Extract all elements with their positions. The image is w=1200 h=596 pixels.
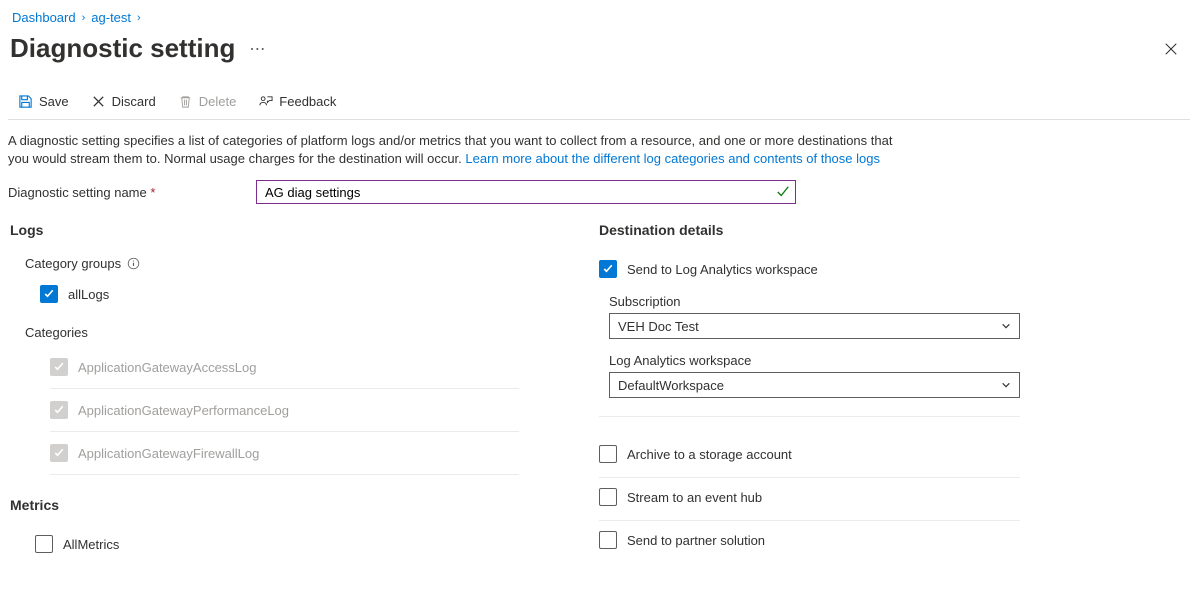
chevron-right-icon: › [82, 12, 86, 24]
workspace-value: DefaultWorkspace [618, 378, 724, 393]
event-hub-checkbox[interactable] [599, 488, 617, 506]
subscription-value: VEH Doc Test [618, 319, 699, 334]
all-metrics-label: AllMetrics [63, 537, 119, 552]
discard-icon [91, 94, 106, 109]
send-log-analytics-checkbox[interactable] [599, 260, 617, 278]
delete-icon [178, 94, 193, 109]
feedback-button[interactable]: Feedback [258, 94, 336, 109]
workspace-select[interactable]: DefaultWorkspace [609, 372, 1020, 398]
all-logs-checkbox[interactable] [40, 285, 58, 303]
chevron-down-icon [1001, 321, 1011, 331]
category-groups-label: Category groups [25, 256, 519, 271]
partner-solution-label: Send to partner solution [627, 533, 765, 548]
page-title: Diagnostic setting [8, 33, 235, 64]
chevron-right-icon: › [137, 12, 141, 24]
discard-button[interactable]: Discard [91, 94, 156, 109]
subscription-select[interactable]: VEH Doc Test [609, 313, 1020, 339]
category-checkbox [50, 444, 68, 462]
close-icon[interactable] [1164, 42, 1178, 56]
metrics-heading: Metrics [10, 497, 519, 513]
discard-label: Discard [112, 94, 156, 109]
send-log-analytics-label: Send to Log Analytics workspace [627, 262, 818, 277]
save-button[interactable]: Save [18, 94, 69, 109]
check-icon [53, 447, 65, 459]
categories-label: Categories [25, 325, 519, 340]
check-icon [602, 263, 614, 275]
partner-solution-checkbox[interactable] [599, 531, 617, 549]
check-icon [53, 404, 65, 416]
intro-text: A diagnostic setting specifies a list of… [8, 132, 908, 168]
name-field-label: Diagnostic setting name * [8, 185, 256, 200]
event-hub-label: Stream to an event hub [627, 490, 762, 505]
breadcrumb-resource[interactable]: ag-test [91, 10, 131, 25]
all-metrics-checkbox[interactable] [35, 535, 53, 553]
breadcrumb: Dashboard › ag-test › [8, 10, 1190, 25]
destination-heading: Destination details [599, 222, 1020, 238]
chevron-down-icon [1001, 380, 1011, 390]
breadcrumb-dashboard[interactable]: Dashboard [12, 10, 76, 25]
category-checkbox [50, 358, 68, 376]
subscription-label: Subscription [609, 294, 1020, 309]
delete-button: Delete [178, 94, 237, 109]
delete-label: Delete [199, 94, 237, 109]
category-label: ApplicationGatewayPerformanceLog [78, 403, 289, 418]
check-icon [43, 288, 55, 300]
diagnostic-setting-name-input[interactable] [256, 180, 796, 204]
toolbar: Save Discard Delete Feedback [8, 94, 1190, 120]
feedback-label: Feedback [279, 94, 336, 109]
learn-more-link[interactable]: Learn more about the different log categ… [465, 151, 880, 166]
category-label: ApplicationGatewayFirewallLog [78, 446, 259, 461]
checkmark-icon [776, 185, 790, 199]
info-icon[interactable] [127, 257, 140, 270]
workspace-label: Log Analytics workspace [609, 353, 1020, 368]
category-checkbox [50, 401, 68, 419]
required-asterisk: * [150, 185, 155, 200]
save-icon [18, 94, 33, 109]
category-label: ApplicationGatewayAccessLog [78, 360, 257, 375]
logs-heading: Logs [10, 222, 519, 238]
save-label: Save [39, 94, 69, 109]
more-icon[interactable]: ⋯ [249, 39, 265, 59]
feedback-icon [258, 94, 273, 109]
check-icon [53, 361, 65, 373]
archive-storage-label: Archive to a storage account [627, 447, 792, 462]
all-logs-label: allLogs [68, 287, 109, 302]
archive-storage-checkbox[interactable] [599, 445, 617, 463]
